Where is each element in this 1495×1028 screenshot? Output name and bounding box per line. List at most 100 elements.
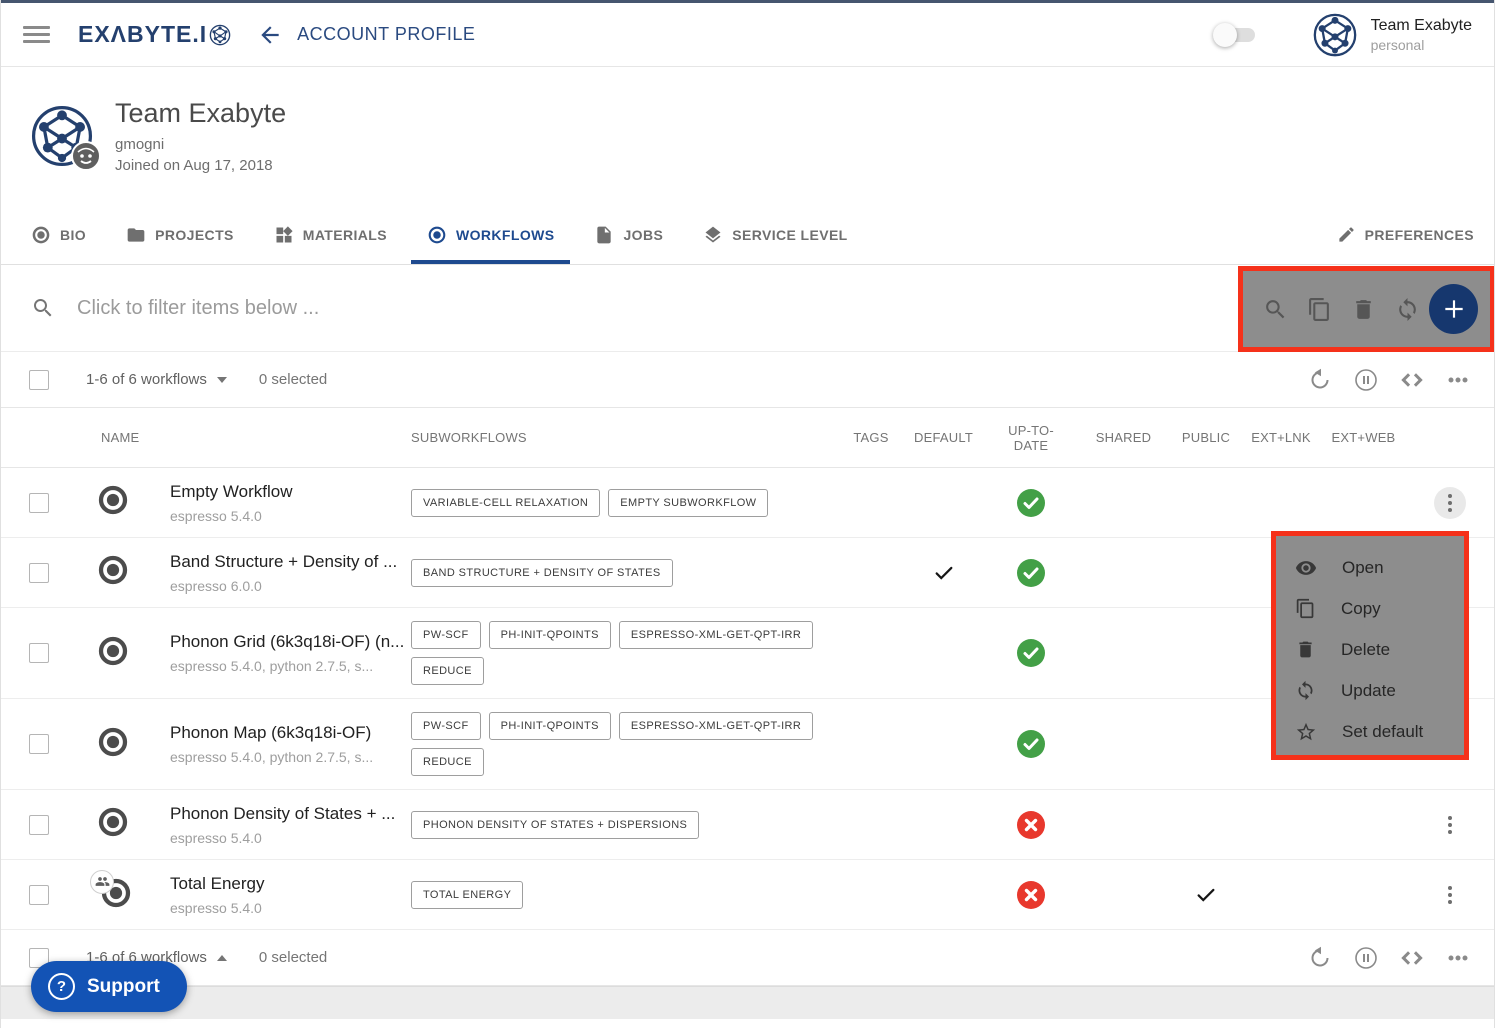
up-to-date-badge bbox=[1017, 730, 1045, 758]
up-to-date-cell bbox=[986, 730, 1076, 758]
row-checkbox-cell bbox=[1, 493, 65, 513]
row-checkbox-cell bbox=[1, 885, 65, 905]
workflow-name[interactable]: Phonon Density of States + ... bbox=[170, 804, 395, 824]
workflow-name-cell: Empty Workflow espresso 5.4.0 bbox=[161, 482, 411, 524]
row-context-menu: Open Copy Delete Update Set default bbox=[1271, 531, 1469, 760]
tab-materials[interactable]: MATERIALS bbox=[274, 205, 387, 264]
menu-item-open[interactable]: Open bbox=[1276, 547, 1464, 588]
chevron-up-icon bbox=[217, 955, 227, 961]
subworkflow-chip: PW-SCF bbox=[411, 621, 481, 649]
workflow-icon bbox=[97, 635, 129, 672]
row-checkbox[interactable] bbox=[29, 643, 49, 663]
row-checkbox-cell bbox=[1, 815, 65, 835]
menu-item-copy[interactable]: Copy bbox=[1276, 588, 1464, 629]
undo-button[interactable] bbox=[1308, 368, 1332, 392]
question-icon: ? bbox=[48, 973, 75, 1000]
row-checkbox[interactable] bbox=[29, 563, 49, 583]
back-arrow-icon[interactable] bbox=[257, 22, 283, 48]
code-button[interactable] bbox=[1400, 368, 1424, 392]
delete-action-button[interactable] bbox=[1341, 297, 1385, 322]
row-menu-button[interactable] bbox=[1434, 809, 1466, 841]
column-tags: TAGS bbox=[841, 430, 901, 445]
public-cell bbox=[1171, 884, 1241, 906]
copy-icon bbox=[1307, 297, 1332, 322]
folder-icon bbox=[126, 225, 146, 245]
account-info: Team Exabyte personal bbox=[1371, 17, 1472, 53]
eye-icon bbox=[1295, 557, 1317, 579]
workflow-app: espresso 5.4.0, python 2.7.5, s... bbox=[170, 658, 373, 674]
workflow-icon bbox=[97, 806, 129, 843]
user-face-badge-icon bbox=[71, 141, 101, 171]
out-of-date-badge bbox=[1017, 881, 1045, 909]
list-toolbar-top: 1-6 of 6 workflows 0 selected bbox=[1, 352, 1494, 408]
workflow-name[interactable]: Phonon Map (6k3q18i-OF) bbox=[170, 723, 371, 743]
row-checkbox[interactable] bbox=[29, 885, 49, 905]
subworkflow-chip: PHONON DENSITY OF STATES + DISPERSIONS bbox=[411, 811, 699, 839]
tab-jobs[interactable]: JOBS bbox=[594, 205, 663, 264]
row-checkbox[interactable] bbox=[29, 734, 49, 754]
trash-icon bbox=[1295, 639, 1316, 660]
workflow-name[interactable]: Band Structure + Density of ... bbox=[170, 552, 397, 572]
code-button-bottom[interactable] bbox=[1400, 946, 1424, 970]
workflow-name[interactable]: Phonon Grid (6k3q18i-OF) (n... bbox=[170, 632, 404, 652]
more-button[interactable] bbox=[1446, 368, 1470, 392]
theme-toggle[interactable] bbox=[1219, 28, 1255, 42]
exabyte-logo[interactable]: EXΛBYTE.I bbox=[78, 21, 231, 48]
preferences-button[interactable]: PREFERENCES bbox=[1337, 205, 1474, 264]
tab-service-level[interactable]: SERVICE LEVEL bbox=[703, 205, 847, 264]
row-checkbox[interactable] bbox=[29, 493, 49, 513]
more-button-bottom[interactable] bbox=[1446, 946, 1470, 970]
search-icon bbox=[31, 296, 55, 320]
trash-icon bbox=[1351, 297, 1376, 322]
workflow-app: espresso 5.4.0 bbox=[170, 508, 262, 524]
up-to-date-cell bbox=[986, 881, 1076, 909]
pause-button-bottom[interactable] bbox=[1354, 946, 1378, 970]
row-menu-cell bbox=[1406, 809, 1494, 841]
selected-count-bottom: 0 selected bbox=[259, 949, 327, 966]
search-action-button[interactable] bbox=[1253, 297, 1297, 322]
row-menu-button[interactable] bbox=[1434, 487, 1466, 519]
undo-button-bottom[interactable] bbox=[1308, 946, 1332, 970]
account-avatar[interactable] bbox=[1313, 13, 1357, 57]
workflow-name[interactable]: Total Energy bbox=[170, 874, 265, 894]
workflow-name-cell: Band Structure + Density of ... espresso … bbox=[161, 552, 411, 594]
page-title: ACCOUNT PROFILE bbox=[297, 24, 475, 45]
tab-projects[interactable]: PROJECTS bbox=[126, 205, 234, 264]
workflow-name-cell: Total Energy espresso 5.4.0 bbox=[161, 874, 411, 916]
workflow-app: espresso 6.0.0 bbox=[170, 578, 262, 594]
file-icon bbox=[594, 225, 614, 245]
workflow-name[interactable]: Empty Workflow bbox=[170, 482, 293, 502]
subworkflow-chip: EMPTY SUBWORKFLOW bbox=[608, 489, 768, 517]
workflow-icon bbox=[97, 554, 129, 591]
menu-item-set-default[interactable]: Set default bbox=[1276, 711, 1464, 752]
hamburger-menu-icon[interactable] bbox=[23, 26, 50, 43]
column-ext-web: EXT+WEB bbox=[1321, 430, 1406, 445]
logo-text: EXΛBYTE.I bbox=[78, 21, 207, 48]
menu-item-update[interactable]: Update bbox=[1276, 670, 1464, 711]
account-type: personal bbox=[1371, 37, 1472, 53]
menu-item-delete[interactable]: Delete bbox=[1276, 629, 1464, 670]
workflow-name-cell: Phonon Map (6k3q18i-OF)espresso 5.4.0, p… bbox=[161, 723, 411, 765]
pagination-range-dropdown[interactable]: 1-6 of 6 workflows bbox=[86, 371, 227, 388]
up-to-date-badge bbox=[1017, 639, 1045, 667]
select-all-checkbox[interactable] bbox=[29, 370, 49, 390]
copy-action-button[interactable] bbox=[1297, 297, 1341, 322]
row-menu-button[interactable] bbox=[1434, 879, 1466, 911]
pause-button[interactable] bbox=[1354, 368, 1378, 392]
highlighted-action-toolbar bbox=[1238, 266, 1495, 352]
subworkflows-cell: PW-SCFPH-INIT-QPOINTSESPRESSO-XML-GET-QP… bbox=[411, 621, 841, 685]
default-check-icon bbox=[933, 562, 955, 584]
up-to-date-cell bbox=[986, 639, 1076, 667]
add-button[interactable] bbox=[1429, 284, 1478, 334]
column-ext-lnk: EXT+LNK bbox=[1241, 430, 1321, 445]
workflow-app: espresso 5.4.0 bbox=[170, 900, 262, 916]
column-public: PUBLIC bbox=[1171, 430, 1241, 445]
tab-workflows[interactable]: WORKFLOWS bbox=[427, 205, 554, 264]
tab-bio[interactable]: BIO bbox=[31, 205, 86, 264]
plus-icon bbox=[1441, 296, 1467, 322]
profile-username: gmogni bbox=[115, 136, 286, 153]
row-checkbox[interactable] bbox=[29, 815, 49, 835]
filter-input[interactable] bbox=[77, 297, 977, 320]
update-action-button[interactable] bbox=[1385, 297, 1429, 322]
support-button[interactable]: ? Support bbox=[31, 961, 187, 1012]
